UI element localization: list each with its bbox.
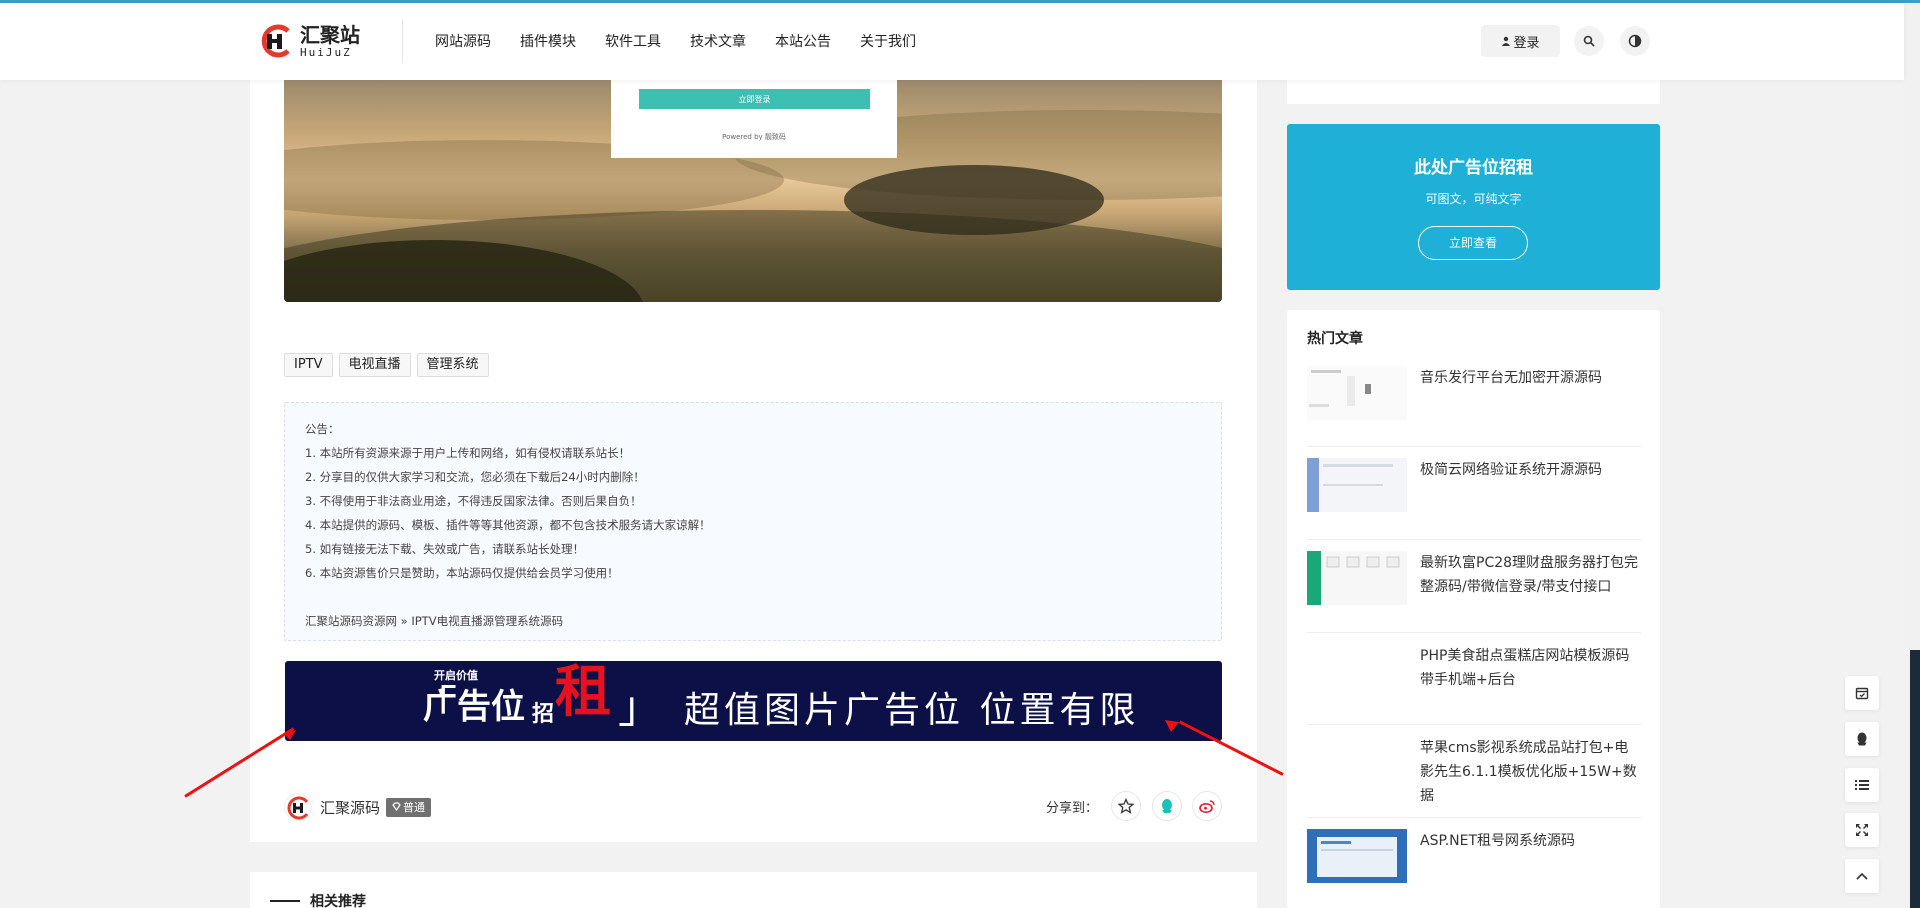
login-now-button[interactable]: 立即登录 <box>639 89 870 109</box>
tag-management[interactable]: 管理系统 <box>416 353 489 377</box>
share-favorite-button[interactable] <box>1111 791 1141 821</box>
hot-article-title[interactable]: 音乐发行平台无加密开源源码 <box>1420 366 1641 390</box>
hot-articles: 热门文章 音乐发行平台无加密开源源码 极简云网络验证系统开源源码 最新玖富PC2… <box>1287 310 1660 908</box>
weibo-icon <box>1199 800 1215 813</box>
nav-item-source[interactable]: 网站源码 <box>435 31 491 51</box>
calendar-icon <box>1855 687 1869 700</box>
notice-line: 5. 如有链接无法下载、失效或广告，请联系站长处理！ <box>305 542 585 556</box>
nav-item-about[interactable]: 关于我们 <box>860 31 916 51</box>
chevron-up-icon <box>1856 872 1868 880</box>
checkin-button[interactable] <box>1845 676 1879 710</box>
notice-line: 1. 本站所有资源来源于用户上传和网络，如有侵权请联系站长！ <box>305 446 631 460</box>
logo-mark-icon <box>258 23 294 59</box>
site-logo[interactable]: 汇聚站 HuiJuZ <box>258 21 368 61</box>
qq-icon <box>1857 732 1867 746</box>
notice-title: 公告： <box>305 422 340 436</box>
contrast-icon <box>1628 34 1642 48</box>
hot-article-title[interactable]: ASP.NET租号网系统源码 <box>1420 829 1641 853</box>
user-icon <box>1502 36 1511 46</box>
nav-item-announcements[interactable]: 本站公告 <box>775 31 831 51</box>
powered-by-text: Powered by 靓致码 <box>722 133 786 141</box>
ad-big-text: 租 <box>555 661 611 725</box>
logo-text-en: HuiJuZ <box>300 45 352 59</box>
login-label: 登录 <box>1513 35 1540 51</box>
article-thumbnail[interactable] <box>1307 458 1407 512</box>
related-title-line <box>270 900 300 902</box>
divider <box>1307 817 1641 818</box>
notice-box: 公告： 1. 本站所有资源来源于用户上传和网络，如有侵权请联系站长！ 2. 分享… <box>284 402 1222 641</box>
arrow-head-left-icon <box>284 730 296 740</box>
article-thumbnail[interactable] <box>1307 736 1407 790</box>
article-thumbnail[interactable] <box>1307 829 1407 883</box>
header-divider <box>402 19 403 63</box>
divider <box>1307 539 1641 540</box>
notice-line: 4. 本站提供的源码、模板、插件等等其他资源，都不包含技术服务请大家谅解！ <box>305 518 711 532</box>
ad-right-text: 超值图片广告位 位置有限 <box>684 690 1140 731</box>
hot-article-title[interactable]: PHP美食甜点蛋糕店网站模板源码 带手机端+后台 <box>1420 644 1641 692</box>
ad-zhao-text: 招 <box>532 702 555 727</box>
scrollbar-thumb[interactable] <box>1910 650 1920 908</box>
ad-banner[interactable]: 「 开启价值 广告位 招 租 」 超值图片广告位 位置有限 <box>285 661 1222 741</box>
star-icon <box>1118 798 1134 814</box>
toc-button[interactable] <box>1845 768 1879 802</box>
login-button[interactable]: 登录 <box>1481 25 1560 57</box>
notice-line: 6. 本站资源售价只是赞助，本站源码仅提供给会员学习使用！ <box>305 566 619 580</box>
related-section <box>250 872 1257 908</box>
sidebar-ad-title: 此处广告位招租 <box>1414 158 1533 178</box>
search-button[interactable] <box>1574 26 1604 56</box>
nav-item-plugins[interactable]: 插件模块 <box>520 31 576 51</box>
arrow-head-right-icon <box>1165 720 1179 732</box>
share-weibo-button[interactable] <box>1192 791 1222 821</box>
share-qq-button[interactable] <box>1152 791 1182 821</box>
qq-contact-button[interactable] <box>1845 722 1879 756</box>
sidebar-ad-subtitle: 可图文，可纯文字 <box>1425 192 1522 206</box>
notice-line: 2. 分享目的仅供大家学习和交流，您必须在下载后24小时内删除！ <box>305 470 645 484</box>
hot-article-title[interactable]: 最新玖富PC28理财盘服务器打包完整源码/带微信登录/带支付接口 <box>1420 551 1641 599</box>
article-thumbnail[interactable] <box>1307 551 1407 605</box>
article-thumbnail[interactable] <box>1307 366 1407 420</box>
expand-icon <box>1856 824 1868 836</box>
theme-toggle-button[interactable] <box>1620 26 1650 56</box>
divider <box>1307 446 1641 447</box>
back-to-top-button[interactable] <box>1845 859 1879 893</box>
share-label: 分享到： <box>1046 801 1099 816</box>
fullscreen-button[interactable] <box>1845 813 1879 847</box>
author-name[interactable]: 汇聚源码 <box>320 797 380 818</box>
nav-item-software[interactable]: 软件工具 <box>605 31 661 51</box>
related-title: 相关推荐 <box>310 894 366 908</box>
article-thumbnail[interactable] <box>1307 644 1407 698</box>
list-icon <box>1855 780 1869 790</box>
nav-item-articles[interactable]: 技术文章 <box>690 31 746 51</box>
logo-text-cn: 汇聚站 <box>300 22 360 47</box>
sidebar-top-card <box>1287 80 1660 104</box>
sidebar-ad-view-button[interactable]: 立即查看 <box>1418 226 1528 260</box>
site-header: 汇聚站 HuiJuZ 网站源码 插件模块 软件工具 技术文章 本站公告 关于我们… <box>0 3 1904 80</box>
author-info: 汇聚源码 普通 <box>284 793 432 821</box>
ad-left-text: 广告位 <box>423 687 525 727</box>
notice-line: 3. 不得使用于非法商业用途，不得违反国家法律。否则后果自负！ <box>305 494 642 508</box>
tag-iptv[interactable]: IPTV <box>284 353 333 377</box>
qq-icon <box>1162 799 1172 813</box>
hot-articles-title: 热门文章 <box>1307 331 1363 347</box>
avatar[interactable] <box>284 793 312 821</box>
breadcrumb[interactable]: 汇聚站源码资源网 » IPTV电视直播源管理系统源码 <box>305 609 1201 633</box>
divider <box>1307 724 1641 725</box>
sidebar-ad: 此处广告位招租 可图文，可纯文字 立即查看 <box>1287 124 1660 290</box>
divider <box>1307 632 1641 633</box>
tag-list: IPTV 电视直播 管理系统 <box>284 353 495 377</box>
diamond-icon <box>392 801 401 811</box>
search-icon <box>1583 35 1595 47</box>
login-panel-preview: 立即登录 Powered by 靓致码 <box>611 80 897 158</box>
ad-bracket-right: 」 <box>618 682 662 733</box>
member-badge: 普通 <box>386 797 432 817</box>
main-nav: 网站源码 插件模块 软件工具 技术文章 本站公告 关于我们 <box>435 31 945 51</box>
hot-article-title[interactable]: 苹果cms影视系统成品站打包+电影先生6.1.1模板优化版+15W+数据 <box>1420 736 1641 808</box>
hot-article-title[interactable]: 极简云网络验证系统开源源码 <box>1420 458 1641 482</box>
tag-tv-live[interactable]: 电视直播 <box>338 353 411 377</box>
